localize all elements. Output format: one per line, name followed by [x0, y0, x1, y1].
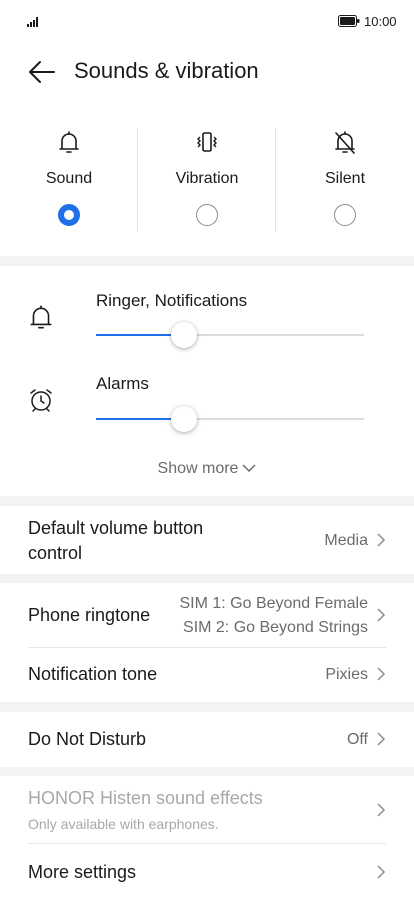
do-not-disturb-row[interactable]: Do Not Disturb Off — [0, 712, 414, 767]
mode-silent[interactable]: Silent — [276, 126, 414, 236]
chevron-right-icon — [377, 667, 386, 681]
more-settings-row[interactable]: More settings — [0, 844, 414, 900]
mode-silent-label: Silent — [324, 170, 366, 187]
slider-thumb[interactable] — [171, 406, 198, 432]
volume-card: Ringer, Notifications Alarms Show more — [0, 266, 414, 496]
do-not-disturb-value: Off — [346, 731, 368, 748]
vibration-icon — [197, 132, 217, 152]
mode-vibration-radio[interactable] — [196, 204, 218, 226]
mode-vibration-label: Vibration — [175, 170, 239, 187]
alarms-label: Alarms — [96, 374, 149, 393]
default-volume-value: Media — [324, 532, 368, 549]
default-volume-row[interactable]: Default volume button control Media — [0, 506, 414, 574]
alarms-slider[interactable] — [96, 404, 364, 434]
battery-icon — [338, 15, 360, 27]
mode-sound[interactable]: Sound — [0, 126, 138, 236]
chevron-right-icon — [377, 608, 386, 622]
back-arrow-icon[interactable] — [24, 54, 60, 90]
histen-title: HONOR Histen sound effects — [28, 788, 263, 808]
histen-subtitle: Only available with earphones. — [28, 816, 219, 832]
phone-ringtone-title: Phone ringtone — [28, 605, 151, 625]
sounds-vibration-screen: 10:00 Sounds & vibration Sound Vibration… — [0, 0, 414, 920]
dnd-card: Do Not Disturb Off — [0, 712, 414, 767]
slider-thumb[interactable] — [171, 322, 198, 348]
phone-ringtone-row[interactable]: Phone ringtone SIM 1: Go Beyond Female S… — [0, 583, 414, 647]
more-settings-title: More settings — [28, 862, 137, 882]
histen-row: HONOR Histen sound effects Only availabl… — [0, 776, 414, 843]
show-more-label: Show more — [157, 460, 239, 477]
show-more-button[interactable]: Show more — [0, 460, 414, 478]
tones-card: Phone ringtone SIM 1: Go Beyond Female S… — [0, 583, 414, 702]
status-bar: 10:00 — [0, 0, 414, 44]
notification-tone-value: Pixies — [325, 666, 368, 683]
ringtone-sim2: SIM 2: Go Beyond Strings — [183, 619, 368, 636]
alarm-clock-icon — [30, 389, 52, 412]
chevron-right-icon — [377, 732, 386, 746]
mode-silent-radio[interactable] — [334, 204, 356, 226]
header-section: Sounds & vibration Sound Vibration Silen… — [0, 44, 414, 256]
ringtone-sim1: SIM 1: Go Beyond Female — [179, 595, 368, 612]
mode-sound-label: Sound — [45, 170, 93, 187]
page-title: Sounds & vibration — [74, 58, 259, 83]
ringer-slider[interactable] — [96, 320, 364, 350]
chevron-right-icon — [377, 865, 386, 879]
more-card: HONOR Histen sound effects Only availabl… — [0, 776, 414, 920]
mode-vibration[interactable]: Vibration — [138, 126, 276, 236]
default-volume-title: Default volume button control — [28, 518, 204, 563]
bell-icon — [59, 131, 79, 153]
chevron-down-icon — [242, 464, 256, 473]
signal-icon — [27, 17, 38, 27]
bell-off-icon — [335, 131, 355, 154]
ringer-label: Ringer, Notifications — [96, 291, 248, 310]
default-volume-card: Default volume button control Media — [0, 506, 414, 574]
notification-tone-row[interactable]: Notification tone Pixies — [0, 648, 414, 702]
mode-sound-radio[interactable] — [58, 204, 80, 226]
notification-tone-title: Notification tone — [28, 664, 158, 684]
do-not-disturb-title: Do Not Disturb — [28, 729, 147, 749]
chevron-right-icon — [377, 803, 386, 817]
status-time: 10:00 — [364, 14, 397, 29]
chevron-right-icon — [377, 533, 386, 547]
bell-icon — [30, 305, 52, 329]
